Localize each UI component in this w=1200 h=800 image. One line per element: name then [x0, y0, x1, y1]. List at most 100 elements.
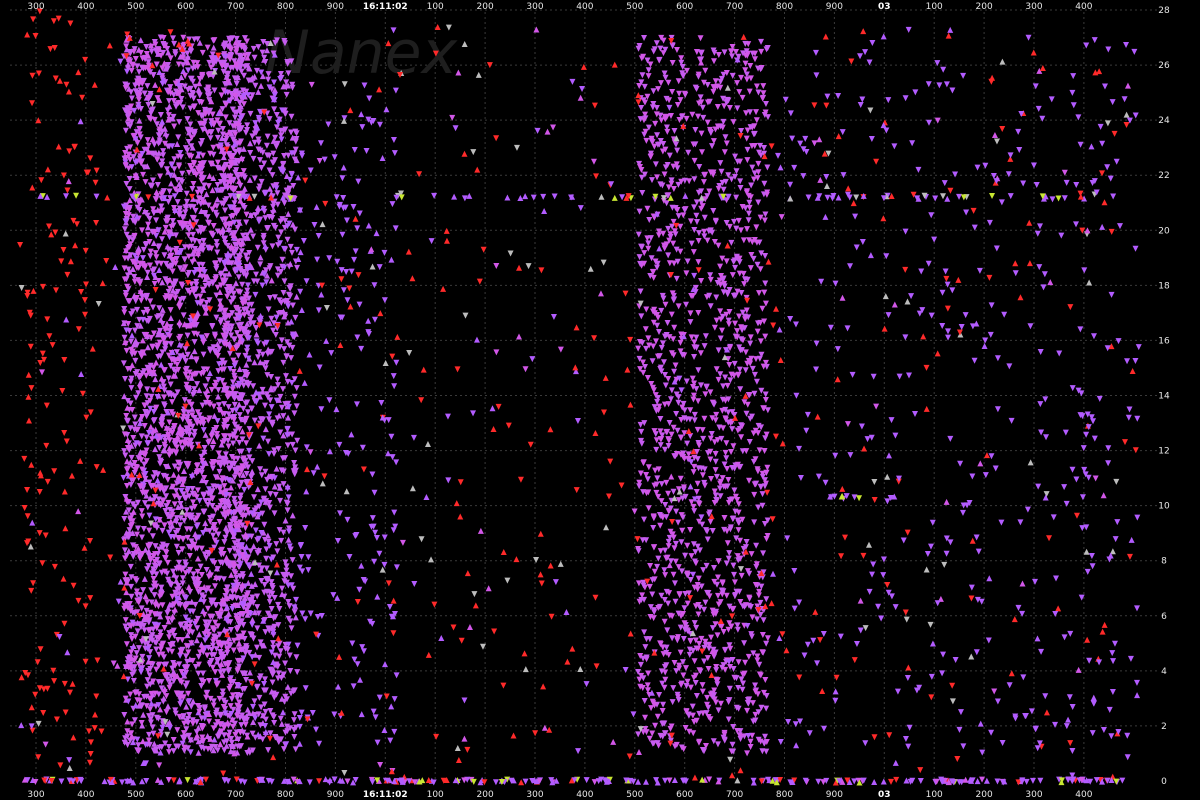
quote-point	[55, 143, 62, 150]
quote-point	[303, 488, 310, 495]
quote-point	[258, 164, 265, 171]
quote-point	[195, 555, 202, 562]
quote-point	[707, 456, 714, 463]
quote-point	[228, 696, 235, 703]
quote-point	[662, 501, 669, 508]
quote-point	[24, 31, 31, 38]
quote-point	[735, 527, 742, 534]
quote-point	[182, 604, 189, 611]
quote-point	[650, 274, 657, 281]
quote-point	[87, 537, 94, 544]
quote-point	[666, 152, 673, 159]
quote-point	[150, 72, 157, 79]
quote-point	[296, 740, 303, 747]
quote-point	[737, 537, 744, 544]
quote-point	[153, 217, 160, 224]
quote-point	[150, 304, 157, 311]
quote-point	[258, 472, 265, 479]
quote-point	[198, 545, 205, 552]
quote-point	[150, 474, 157, 481]
quote-point	[261, 521, 268, 528]
quote-point	[166, 725, 173, 732]
quote-point	[254, 340, 261, 347]
quote-point	[314, 463, 321, 470]
quote-point	[166, 419, 173, 426]
quote-point	[122, 452, 129, 459]
quote-point	[643, 345, 650, 352]
quote-point	[92, 179, 99, 186]
quote-point	[273, 143, 280, 150]
quote-point	[688, 240, 695, 247]
quote-point	[209, 444, 216, 451]
quote-point	[164, 559, 171, 566]
quote-point	[210, 403, 217, 410]
quote-point	[273, 314, 280, 321]
quote-point	[251, 359, 258, 366]
quote-point	[174, 727, 181, 734]
quote-point	[262, 426, 269, 433]
quote-point	[724, 466, 731, 473]
quote-point	[78, 288, 85, 295]
quote-point	[715, 242, 722, 249]
quote-point	[236, 483, 243, 490]
quote-point	[265, 747, 272, 754]
quote-point	[691, 463, 698, 470]
quote-point	[665, 375, 672, 382]
quote-point	[255, 88, 262, 95]
quote-point	[163, 709, 170, 716]
quote-point	[251, 417, 258, 424]
quote-point	[731, 579, 738, 586]
quote-point	[238, 587, 245, 594]
quote-point	[677, 339, 684, 346]
quote-point	[289, 512, 296, 519]
quote-point	[702, 599, 709, 606]
quote-point	[704, 237, 711, 244]
quote-point	[236, 439, 243, 446]
quote-point	[298, 709, 305, 716]
quote-point	[246, 426, 253, 433]
quote-point	[761, 145, 768, 152]
quote-point	[196, 92, 203, 99]
quote-point	[48, 231, 55, 238]
quote-point	[252, 82, 259, 89]
quote-point	[152, 446, 159, 453]
quote-point	[68, 472, 75, 479]
quote-point	[182, 358, 189, 365]
quote-point	[654, 475, 661, 482]
quote-point	[389, 201, 396, 208]
quote-point	[158, 260, 165, 267]
quote-point	[300, 238, 307, 245]
quote-point	[305, 567, 312, 574]
quote-point	[696, 442, 703, 449]
quote-point	[676, 592, 683, 599]
quote-point	[359, 124, 366, 131]
quote-point	[87, 739, 94, 746]
quote-point	[188, 445, 195, 452]
quote-point	[753, 378, 760, 385]
quote-point	[203, 555, 210, 562]
quote-point	[352, 248, 359, 255]
quote-point	[303, 278, 310, 285]
quote-point	[167, 307, 174, 314]
quote-point	[136, 555, 143, 562]
quote-point	[256, 218, 263, 225]
quote-point	[239, 281, 246, 288]
quote-point	[278, 404, 285, 411]
quote-point	[393, 672, 400, 679]
quote-point	[247, 226, 254, 233]
quote-point	[159, 118, 166, 125]
quote-point	[256, 675, 263, 682]
quote-point	[289, 441, 296, 448]
quote-point	[316, 740, 323, 747]
quote-point	[675, 303, 682, 310]
quote-point	[122, 375, 129, 382]
quote-point	[762, 211, 769, 218]
quote-point	[166, 452, 173, 459]
quote-point	[746, 88, 753, 95]
quote-point	[123, 347, 130, 354]
quote-point	[194, 309, 201, 316]
quote-point	[388, 256, 395, 263]
quote-point	[339, 231, 346, 238]
quote-point	[145, 221, 152, 228]
quote-point	[307, 167, 314, 174]
